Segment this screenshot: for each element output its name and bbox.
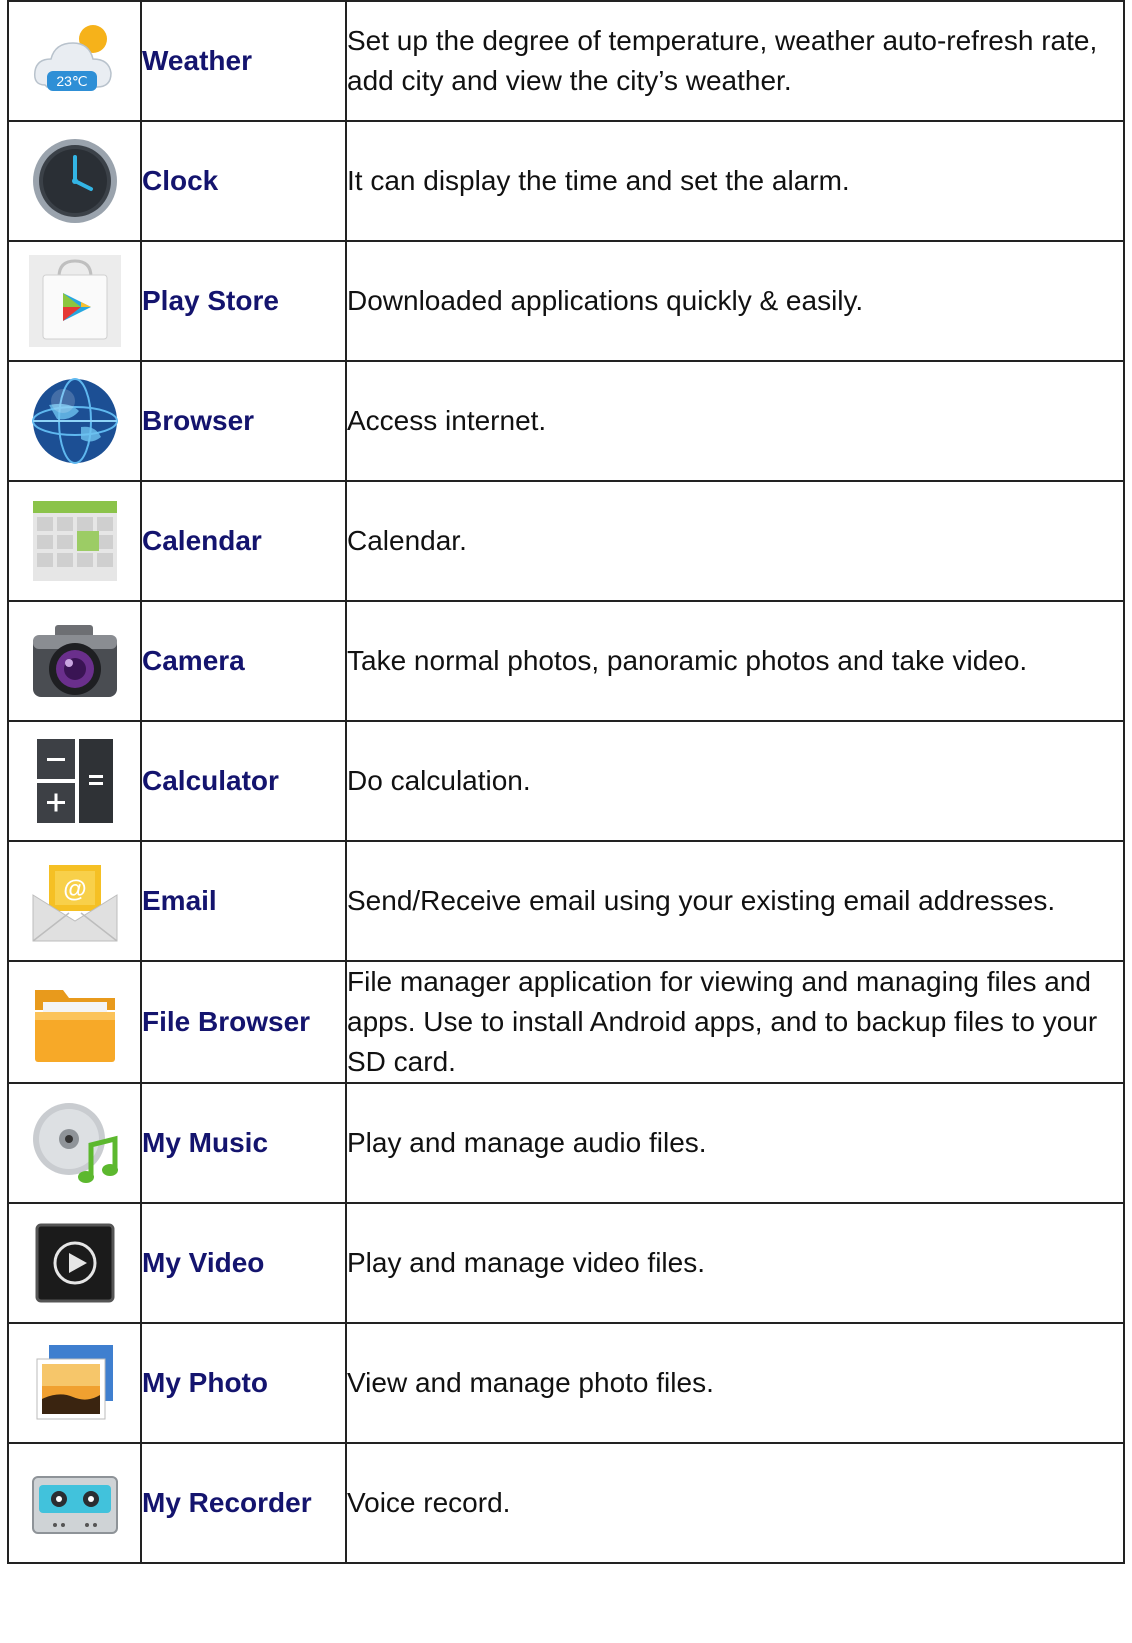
app-name: Browser: [140, 360, 347, 482]
app-description: Downloaded applications quickly & easily…: [345, 240, 1125, 362]
video-play-icon: [29, 1217, 121, 1309]
folder-icon: [29, 976, 121, 1068]
app-description: Play and manage video files.: [345, 1202, 1125, 1324]
app-name: Calculator: [140, 720, 347, 842]
app-description: Take normal photos, panoramic photos and…: [345, 600, 1125, 722]
app-description: Do calculation.: [345, 720, 1125, 842]
email-icon: @: [29, 855, 121, 947]
app-name: Email: [140, 840, 347, 962]
camera-icon: [29, 615, 121, 707]
table-row: Play Store Downloaded applications quick…: [7, 240, 1125, 362]
table-row: File Browser File manager application fo…: [7, 960, 1125, 1084]
clock-icon: [29, 135, 121, 227]
browser-globe-icon: [29, 375, 121, 467]
table-row: Calendar Calendar.: [7, 480, 1125, 602]
app-name: Clock: [140, 120, 347, 242]
app-description: Set up the degree of temperature, weathe…: [345, 0, 1125, 122]
app-name: File Browser: [140, 960, 347, 1084]
table-row: Browser Access internet.: [7, 360, 1125, 482]
photo-icon: [29, 1337, 121, 1429]
play-store-icon: [28, 255, 121, 347]
cassette-recorder-icon: [29, 1457, 121, 1549]
table-row: My Recorder Voice record.: [7, 1442, 1125, 1564]
email-icon-label: @: [63, 876, 86, 903]
app-description: Play and manage audio files.: [345, 1082, 1125, 1204]
table-row: Calculator Do calculation.: [7, 720, 1125, 842]
table-row: My Video Play and manage video files.: [7, 1202, 1125, 1324]
table-row: My Music Play and manage audio files.: [7, 1082, 1125, 1204]
music-disc-icon: [29, 1097, 121, 1189]
app-description: File manager application for viewing and…: [345, 960, 1125, 1084]
calendar-icon: [29, 495, 121, 587]
table-row: 23℃ Weather Set up the degree of tempera…: [7, 0, 1125, 122]
weather-icon-label: 23℃: [56, 73, 87, 89]
table-row: Clock It can display the time and set th…: [7, 120, 1125, 242]
table-row: My Photo View and manage photo files.: [7, 1322, 1125, 1444]
app-name: My Video: [140, 1202, 347, 1324]
app-name: My Music: [140, 1082, 347, 1204]
app-name: Camera: [140, 600, 347, 722]
app-name: Play Store: [140, 240, 347, 362]
table-row: @ Email Send/Receive email using your ex…: [7, 840, 1125, 962]
app-table: 23℃ Weather Set up the degree of tempera…: [7, 0, 1125, 1564]
app-name: My Photo: [140, 1322, 347, 1444]
app-name: My Recorder: [140, 1442, 347, 1564]
app-description: Voice record.: [345, 1442, 1125, 1564]
app-name: Calendar: [140, 480, 347, 602]
app-description: Send/Receive email using your existing e…: [345, 840, 1125, 962]
app-description: Access internet.: [345, 360, 1125, 482]
app-description: View and manage photo files.: [345, 1322, 1125, 1444]
app-name: Weather: [140, 0, 347, 122]
table-row: Camera Take normal photos, panoramic pho…: [7, 600, 1125, 722]
app-description: Calendar.: [345, 480, 1125, 602]
app-description: It can display the time and set the alar…: [345, 120, 1125, 242]
calculator-icon: [29, 735, 121, 827]
weather-icon: 23℃: [29, 15, 121, 107]
